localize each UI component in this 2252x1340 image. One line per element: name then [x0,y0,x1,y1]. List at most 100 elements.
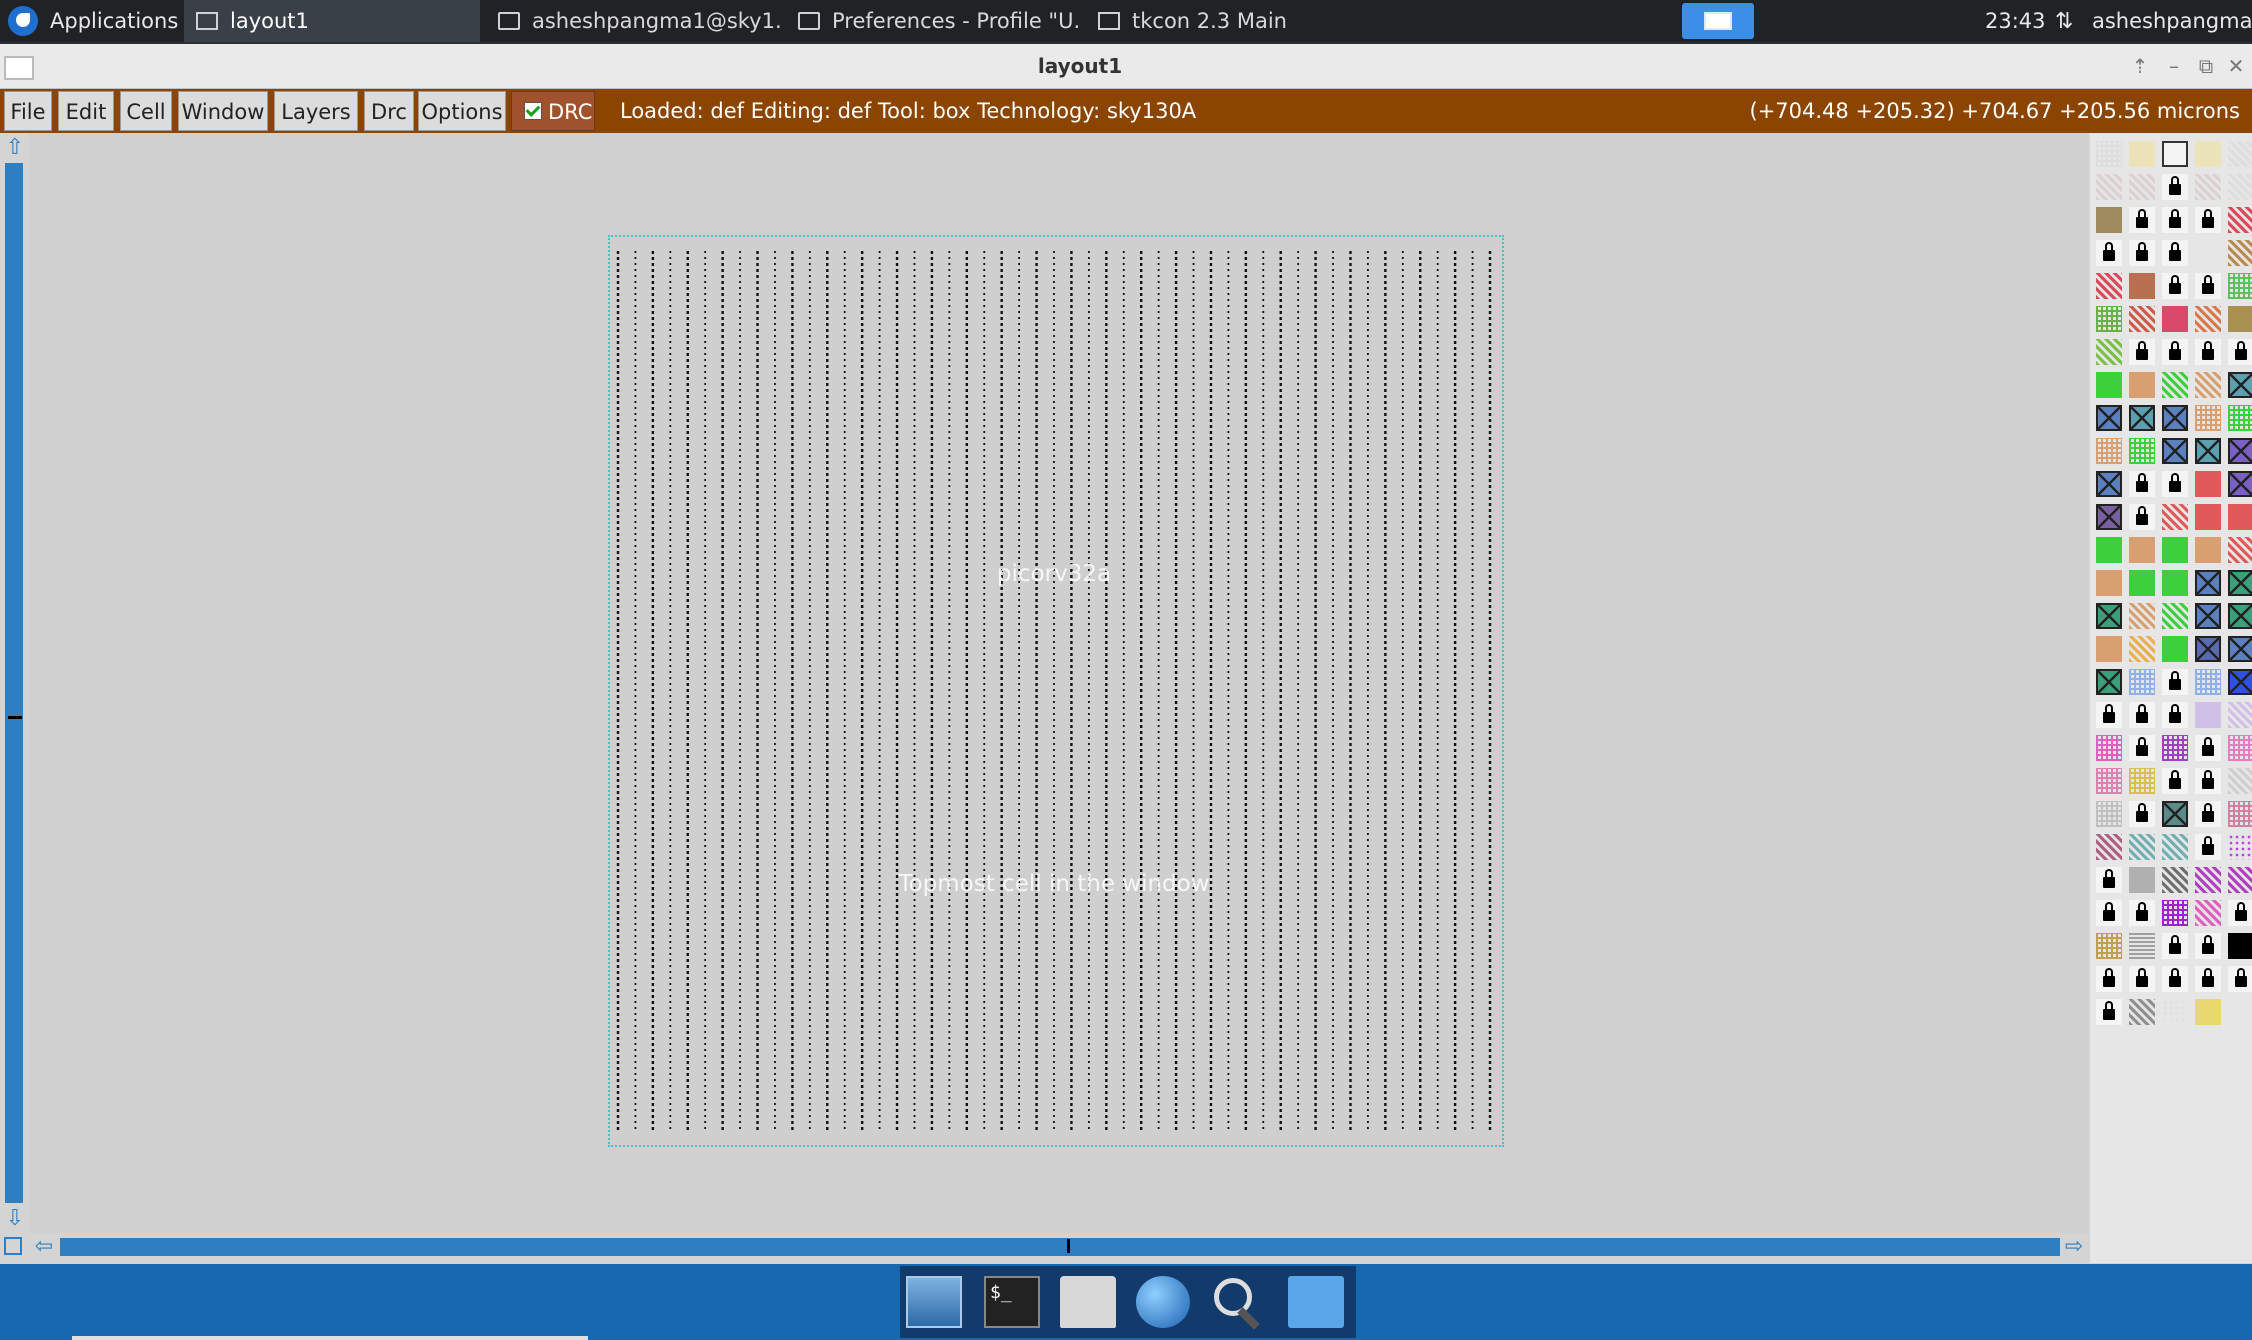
taskbar-item-preferences[interactable]: Preferences - Profile "U... [786,0,1080,42]
home-folder-icon[interactable] [1060,1276,1116,1328]
layer-swatch[interactable] [2096,570,2122,596]
layer-swatch[interactable] [2162,867,2188,893]
layer-swatch[interactable] [2096,438,2122,464]
layer-swatch[interactable] [2129,999,2155,1025]
layer-swatch[interactable] [2195,471,2221,497]
layer-swatch[interactable] [2195,636,2221,662]
file-manager-icon[interactable] [1288,1276,1344,1328]
layer-swatch[interactable] [2162,372,2188,398]
layer-swatch[interactable] [2228,867,2252,893]
layer-swatch[interactable] [2228,141,2252,167]
applications-menu[interactable]: Applications [0,0,178,42]
layer-swatch[interactable] [2129,405,2155,431]
layer-swatch[interactable] [2228,801,2252,827]
layer-lock-icon[interactable] [2162,768,2188,794]
layer-swatch[interactable] [2129,867,2155,893]
layer-swatch[interactable] [2195,999,2221,1025]
layer-lock-icon[interactable] [2228,900,2252,926]
layer-swatch[interactable] [2096,933,2122,959]
layer-swatch[interactable] [2129,636,2155,662]
layer-lock-icon[interactable] [2162,669,2188,695]
layer-lock-icon[interactable] [2096,900,2122,926]
layer-swatch[interactable] [2195,174,2221,200]
layer-swatch[interactable] [2162,306,2188,332]
layer-swatch[interactable] [2195,867,2221,893]
layer-swatch[interactable] [2195,405,2221,431]
layer-swatch[interactable] [2096,471,2122,497]
shade-icon[interactable]: ⇡ [2126,54,2154,78]
layer-swatch[interactable] [2228,570,2252,596]
layer-lock-icon[interactable] [2096,867,2122,893]
layer-swatch[interactable] [2162,405,2188,431]
layer-swatch[interactable] [2195,141,2221,167]
layer-lock-icon[interactable] [2162,240,2188,266]
web-browser-icon[interactable] [1136,1276,1190,1328]
layer-swatch[interactable] [2096,372,2122,398]
layer-swatch[interactable] [2228,207,2252,233]
layer-swatch[interactable] [2096,537,2122,563]
layer-lock-icon[interactable] [2129,801,2155,827]
layer-swatch[interactable] [2162,141,2188,167]
layer-swatch[interactable] [2096,273,2122,299]
layer-swatch[interactable] [2129,273,2155,299]
layer-swatch[interactable] [2228,372,2252,398]
layer-swatch[interactable] [2129,768,2155,794]
menu-edit[interactable]: Edit [58,91,114,131]
layer-swatch[interactable] [2228,933,2252,959]
menu-options[interactable]: Options [418,91,506,131]
layer-swatch[interactable] [2129,174,2155,200]
layer-lock-icon[interactable] [2195,801,2221,827]
layer-swatch[interactable] [2129,669,2155,695]
workspace-switcher-button[interactable] [1682,3,1754,39]
zoom-box-icon[interactable] [4,1237,22,1255]
layer-lock-icon[interactable] [2096,966,2122,992]
layer-lock-icon[interactable] [2195,207,2221,233]
layer-lock-icon[interactable] [2129,966,2155,992]
layer-swatch[interactable] [2162,999,2188,1025]
horizontal-scrollbar[interactable]: ⇦ ⇨ [0,1233,2090,1263]
layer-swatch[interactable] [2096,207,2122,233]
layer-swatch[interactable] [2129,372,2155,398]
layer-swatch[interactable] [2162,735,2188,761]
layer-swatch[interactable] [2228,768,2252,794]
layer-lock-icon[interactable] [2195,735,2221,761]
layer-lock-icon[interactable] [2096,240,2122,266]
layer-swatch[interactable] [2096,174,2122,200]
layer-swatch[interactable] [2096,735,2122,761]
menu-cell[interactable]: Cell [120,91,172,131]
layer-swatch[interactable] [2195,702,2221,728]
layer-swatch[interactable] [2228,834,2252,860]
layer-swatch[interactable] [2096,339,2122,365]
layer-swatch[interactable] [2228,537,2252,563]
layer-swatch[interactable] [2129,834,2155,860]
layer-swatch[interactable] [2129,537,2155,563]
layer-swatch[interactable] [2228,669,2252,695]
layer-lock-icon[interactable] [2096,702,2122,728]
layer-swatch[interactable] [2228,306,2252,332]
layer-swatch[interactable] [2096,306,2122,332]
layer-swatch[interactable] [2228,405,2252,431]
taskbar-item-tkcon[interactable]: tkcon 2.3 Main [1086,0,1326,42]
horizontal-scroll-thumb[interactable] [1067,1239,1070,1253]
layer-swatch[interactable] [2228,702,2252,728]
layer-lock-icon[interactable] [2162,933,2188,959]
layer-lock-icon[interactable] [2129,339,2155,365]
layer-swatch[interactable] [2162,537,2188,563]
layer-swatch[interactable] [2162,504,2188,530]
menu-file[interactable]: File [4,91,52,131]
layer-swatch[interactable] [2129,570,2155,596]
layer-swatch[interactable] [2096,834,2122,860]
layer-lock-icon[interactable] [2129,471,2155,497]
layer-swatch[interactable] [2129,933,2155,959]
layer-swatch[interactable] [2228,636,2252,662]
layer-lock-icon[interactable] [2129,702,2155,728]
layer-swatch[interactable] [2195,900,2221,926]
layer-swatch[interactable] [2096,603,2122,629]
layer-lock-icon[interactable] [2162,966,2188,992]
layer-lock-icon[interactable] [2195,966,2221,992]
menu-window[interactable]: Window [178,91,268,131]
layer-swatch[interactable] [2162,834,2188,860]
layer-lock-icon[interactable] [2195,834,2221,860]
layer-swatch[interactable] [2096,504,2122,530]
desktop-icon[interactable] [906,1276,962,1328]
